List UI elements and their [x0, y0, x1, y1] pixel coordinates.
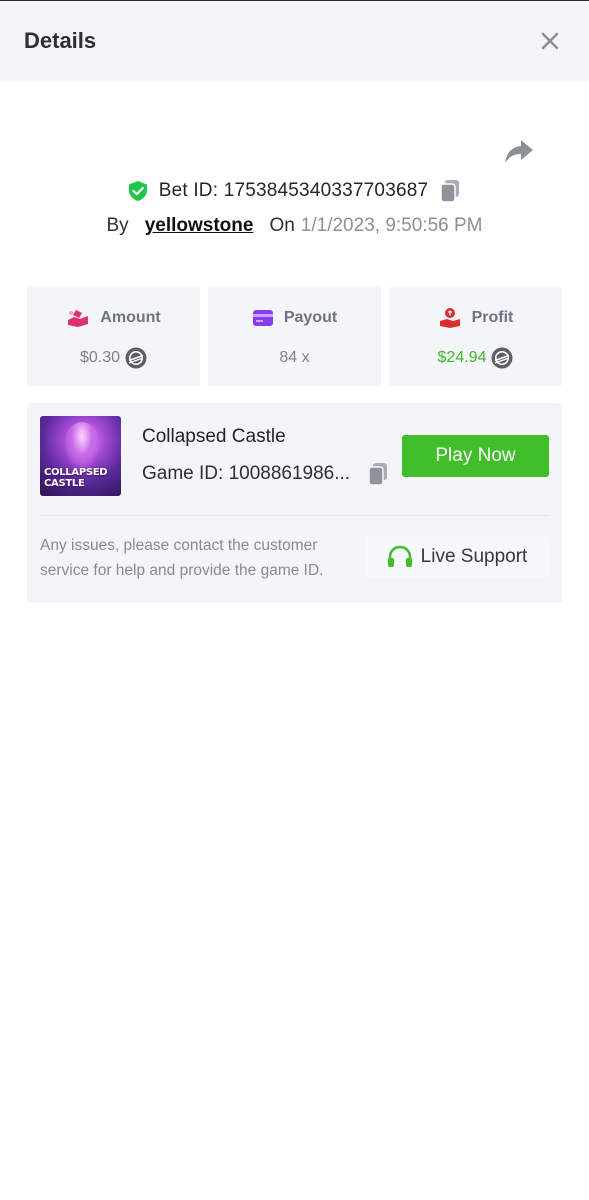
headset-icon: [387, 545, 412, 567]
coin-icon: [491, 347, 513, 369]
share-button[interactable]: [503, 137, 535, 167]
money-hand-icon: [68, 310, 89, 327]
amount-label: Amount: [100, 309, 161, 326]
amount-stat: Amount $0.30: [27, 287, 200, 386]
bet-meta-row: By yellowstone On 1/1/2023, 9:50:56 PM: [0, 211, 589, 241]
by-label: By: [106, 215, 129, 236]
close-button[interactable]: [535, 26, 565, 56]
game-thumbnail[interactable]: COLLAPSED CASTLE: [40, 416, 121, 496]
page-title: Details: [24, 28, 97, 53]
amount-value: $0.30: [79, 349, 121, 366]
profit-value: $24.94: [437, 349, 487, 366]
support-note: Any issues, please contact the customer …: [40, 537, 324, 579]
stats-row: Amount $0.30 Payout 84 x Profit $24.94: [27, 287, 562, 386]
game-card: COLLAPSED CASTLE Collapsed Castle Game I…: [27, 403, 562, 603]
game-name: Collapsed Castle: [142, 426, 286, 447]
copy-bet-id-button[interactable]: [438, 178, 462, 204]
copy-icon: [368, 463, 387, 486]
live-support-button[interactable]: Live Support: [365, 536, 549, 578]
live-support-label: Live Support: [420, 546, 528, 567]
profit-stat: Profit $24.94: [389, 287, 562, 386]
share-arrow-icon: [505, 140, 533, 163]
details-header: Details: [0, 1, 589, 81]
game-id: Game ID: 1008861986...: [142, 463, 351, 484]
on-label: On: [269, 215, 295, 236]
bet-id: Bet ID: 1753845340337703687: [158, 180, 429, 201]
profit-label: Profit: [471, 309, 514, 326]
game-id-row: Game ID: 1008861986...: [142, 461, 390, 487]
thumbnail-logo-line-2: CASTLE: [44, 478, 85, 489]
play-now-button[interactable]: Play Now: [402, 435, 549, 477]
thumbnail-logo-text: COLLAPSED CASTLE: [44, 467, 118, 489]
bet-id-row: Bet ID: 1753845340337703687: [0, 176, 589, 206]
payout-stat: Payout 84 x: [208, 287, 381, 386]
payout-label: Payout: [283, 309, 338, 326]
thumbnail-logo-line-1: COLLAPSED: [44, 467, 108, 478]
coin-icon: [125, 347, 147, 369]
username-link[interactable]: yellowstone: [145, 215, 254, 237]
credit-card-icon: [252, 310, 273, 326]
shield-check-icon: [128, 181, 147, 201]
close-icon: [541, 32, 559, 50]
thumbnail-figure: [64, 422, 100, 470]
profit-hand-icon: [439, 308, 460, 328]
divider: [40, 515, 549, 516]
copy-icon: [440, 180, 460, 203]
copy-game-id-button[interactable]: [366, 461, 390, 487]
bet-datetime: 1/1/2023, 9:50:56 PM: [300, 215, 483, 236]
payout-value: 84 x: [279, 349, 310, 366]
